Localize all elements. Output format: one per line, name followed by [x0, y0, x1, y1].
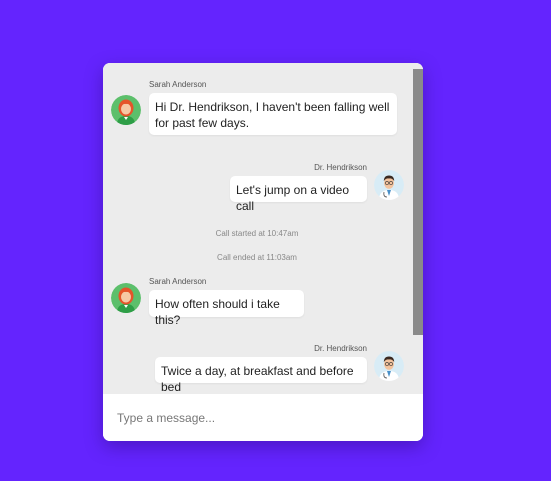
call-started-note: Call started at 10:47am — [215, 229, 299, 238]
sender-name: Sarah Anderson — [149, 277, 207, 286]
message-bubble: Twice a day, at breakfast and before bed — [155, 357, 367, 394]
chat-window: Sarah Anderson Hi Dr. Hendrikson, I have… — [103, 63, 423, 441]
message-input[interactable] — [115, 406, 409, 430]
patient-avatar-icon — [111, 95, 141, 125]
call-ended-note: Call ended at 11:03am — [217, 253, 297, 262]
doctor-avatar-icon — [374, 351, 404, 381]
sender-name: Dr. Hendrikson — [314, 163, 367, 172]
sender-name: Dr. Hendrikson — [314, 344, 367, 353]
sender-name: Sarah Anderson — [149, 80, 207, 89]
message-bubble: How often should i take this? — [149, 290, 304, 327]
message-bubble: Hi Dr. Hendrikson, I haven't been fallin… — [149, 93, 397, 135]
scrollbar-thumb[interactable] — [413, 69, 423, 335]
doctor-avatar-icon — [374, 170, 404, 200]
patient-avatar-icon — [111, 283, 141, 313]
message-composer — [103, 394, 423, 441]
scrollbar-track[interactable] — [413, 63, 423, 394]
message-list[interactable]: Sarah Anderson Hi Dr. Hendrikson, I have… — [103, 63, 423, 394]
message-bubble: Let's jump on a video call — [230, 176, 367, 213]
